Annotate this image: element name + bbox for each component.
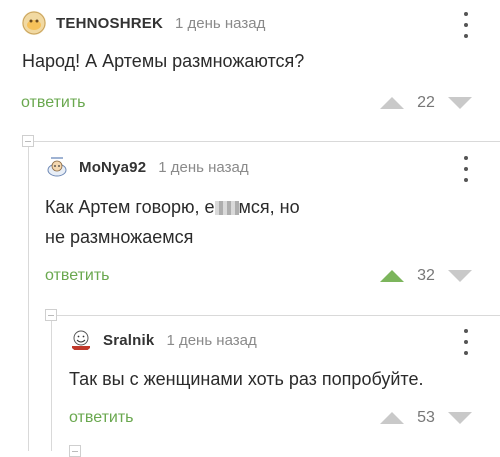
vote-count: 53 bbox=[417, 409, 435, 426]
reply-button[interactable]: ответить bbox=[45, 267, 110, 285]
comment-text-line: не размножаемся bbox=[45, 227, 194, 247]
thread-divider bbox=[34, 141, 500, 142]
more-vert-icon[interactable] bbox=[461, 156, 471, 182]
author-name[interactable]: Sralnik bbox=[103, 332, 154, 349]
reply-button[interactable]: ответить bbox=[69, 409, 134, 427]
downvote-arrow-icon[interactable] bbox=[448, 270, 472, 282]
thread-divider bbox=[57, 315, 500, 316]
comment-header: Sralnik 1 день назад bbox=[69, 326, 257, 354]
downvote-arrow-icon[interactable] bbox=[448, 412, 472, 424]
downvote-arrow-icon[interactable] bbox=[448, 97, 472, 109]
vote-count: 22 bbox=[417, 94, 435, 111]
author-name[interactable]: MoNya92 bbox=[79, 159, 146, 176]
comment-time: 1 день назад bbox=[166, 331, 257, 349]
comment-header: MoNya92 1 день назад bbox=[45, 153, 249, 181]
comment-text: Народ! А Артемы размножаются? bbox=[22, 51, 305, 71]
avatar[interactable] bbox=[45, 155, 69, 179]
more-vert-icon[interactable] bbox=[461, 329, 471, 355]
comment-text-part: Как Артем говорю, е bbox=[45, 197, 215, 217]
comment-text: Как Артем говорю, е мся, но не размножаем… bbox=[45, 192, 300, 252]
vote-controls: 32 bbox=[380, 264, 472, 288]
censored-word-blur bbox=[214, 201, 239, 216]
comment-time: 1 день назад bbox=[158, 158, 249, 176]
author-name[interactable]: TEHNOSHREK bbox=[56, 15, 163, 32]
collapse-thread-icon[interactable] bbox=[22, 135, 34, 147]
comment-time: 1 день назад bbox=[175, 14, 266, 32]
avatar[interactable] bbox=[69, 328, 93, 352]
thread-line bbox=[28, 147, 29, 451]
comment-text: Так вы с женщинами хоть раз попробуйте. bbox=[69, 369, 424, 389]
collapse-thread-icon[interactable] bbox=[69, 445, 81, 457]
upvote-arrow-icon[interactable] bbox=[380, 412, 404, 424]
vote-count: 32 bbox=[417, 267, 435, 284]
vote-controls: 22 bbox=[380, 91, 472, 115]
more-vert-icon[interactable] bbox=[461, 12, 471, 38]
comment-header: TEHNOSHREK 1 день назад bbox=[22, 9, 265, 37]
collapse-thread-icon[interactable] bbox=[45, 309, 57, 321]
upvote-arrow-icon[interactable] bbox=[380, 270, 404, 282]
vote-controls: 53 bbox=[380, 406, 472, 430]
upvote-arrow-icon[interactable] bbox=[380, 97, 404, 109]
reply-button[interactable]: ответить bbox=[21, 94, 86, 112]
avatar[interactable] bbox=[22, 11, 46, 35]
thread-line bbox=[51, 321, 52, 451]
comment-text-part: мся, но bbox=[238, 197, 300, 217]
